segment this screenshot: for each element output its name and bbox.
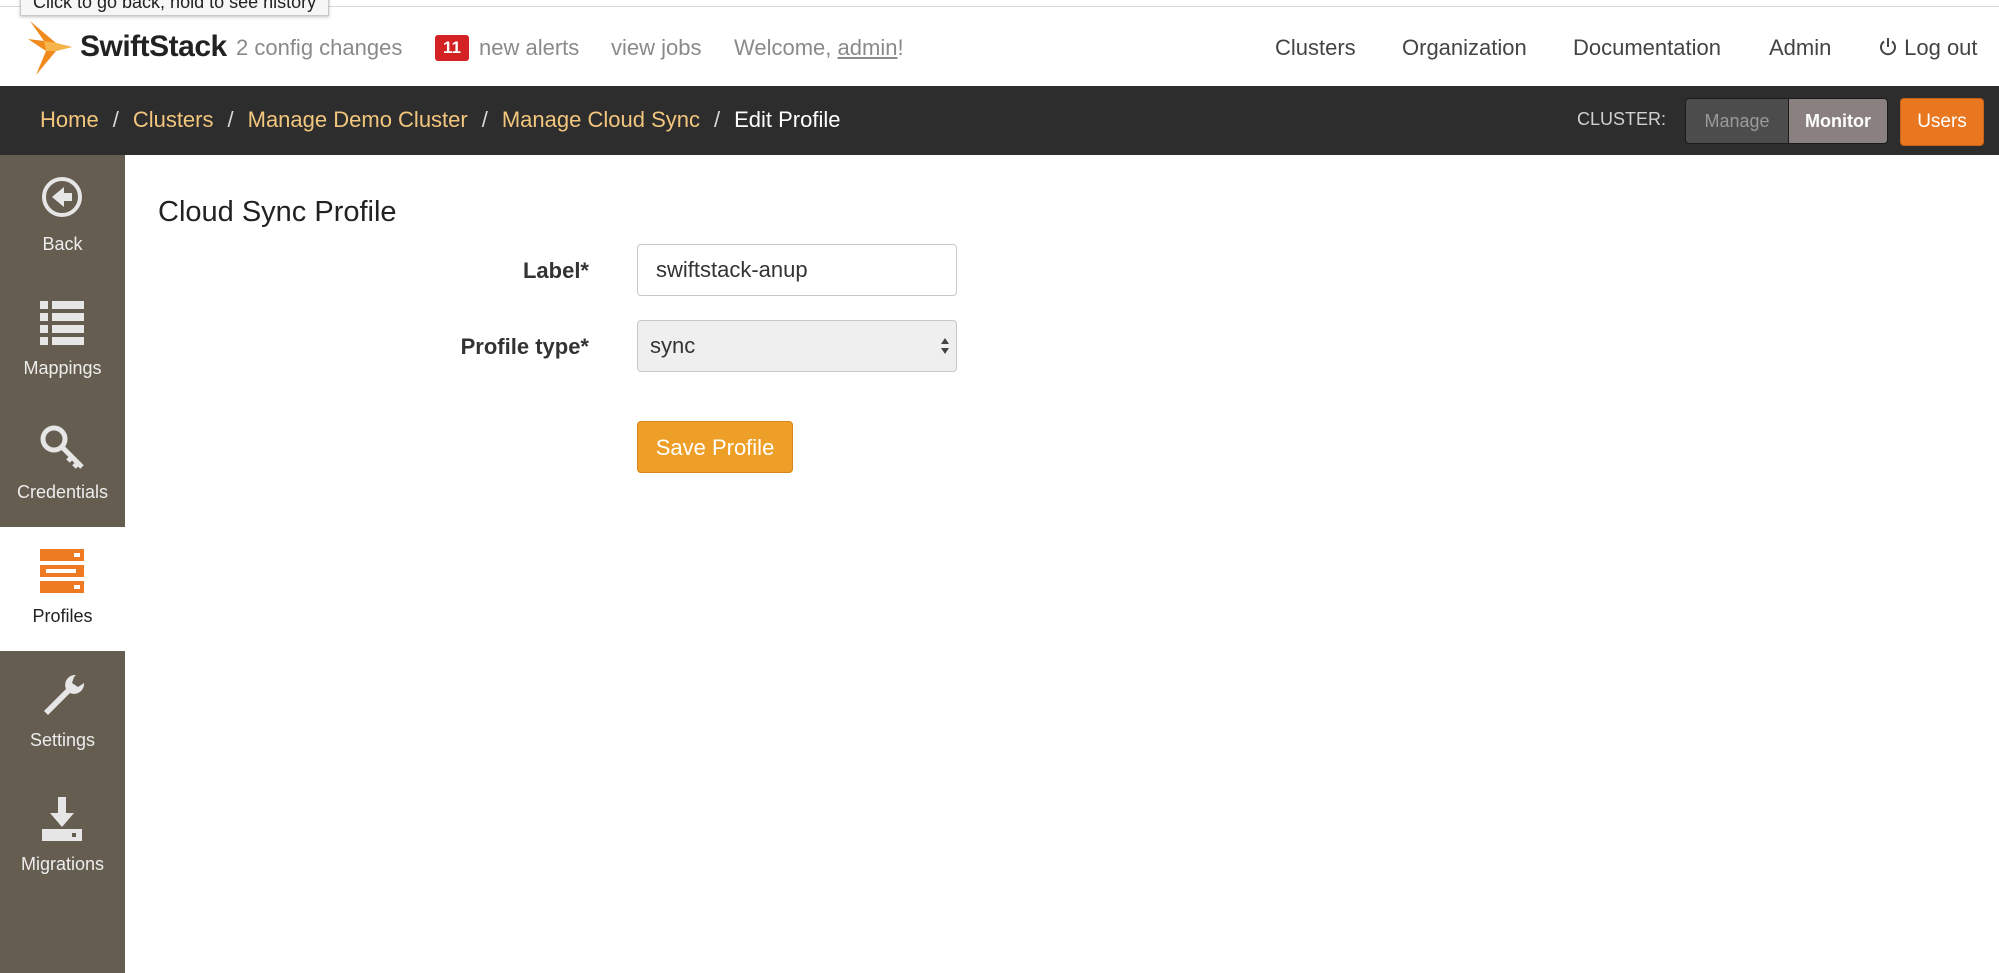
sidebar-item-credentials[interactable]: Credentials (0, 403, 125, 527)
list-icon (40, 301, 84, 345)
sidebar-item-label: Migrations (20, 854, 105, 874)
brand-logo[interactable]: SwiftStack (26, 17, 227, 77)
sidebar-item-label: Back (42, 234, 83, 254)
nav-logout[interactable]: Log out (1878, 35, 1978, 61)
alerts-count-badge[interactable]: 11 (435, 35, 469, 61)
main-content: Cloud Sync Profile Label* Profile type* … (125, 155, 1999, 973)
swiftstack-bird-icon (28, 21, 72, 75)
breadcrumb-separator: / (227, 107, 234, 132)
select-arrows-icon (941, 338, 949, 354)
config-changes-link[interactable]: 2 config changes (236, 35, 402, 61)
welcome-text: Welcome, admin! (734, 35, 904, 61)
admin-user-link[interactable]: admin (838, 35, 898, 60)
label-input[interactable] (637, 244, 957, 296)
power-icon (1880, 38, 1896, 56)
sidebar-item-migrations[interactable]: Migrations (0, 775, 125, 899)
key-icon (40, 425, 84, 469)
breadcrumb-bar: Home / Clusters / Manage Demo Cluster / Manage… (0, 86, 1999, 155)
users-button[interactable]: Users (1900, 98, 1984, 146)
breadcrumb-separator: / (112, 107, 119, 132)
server-stack-icon (40, 549, 84, 593)
monitor-toggle-button[interactable]: Monitor (1788, 98, 1888, 144)
breadcrumb-separator: / (481, 107, 488, 132)
save-profile-button[interactable]: Save Profile (637, 421, 793, 473)
sidebar-item-label: Settings (29, 730, 96, 750)
breadcrumb-current: Edit Profile (734, 107, 841, 132)
download-icon (42, 797, 82, 841)
welcome-suffix: ! (897, 35, 904, 60)
nav-admin[interactable]: Admin (1769, 35, 1831, 61)
breadcrumb-clusters[interactable]: Clusters (133, 107, 214, 132)
nav-organization[interactable]: Organization (1402, 35, 1527, 61)
page-title: Cloud Sync Profile (158, 196, 397, 228)
brand-name: SwiftStack (80, 30, 227, 63)
profile-type-label: Profile type* (460, 334, 589, 359)
profile-type-select[interactable]: sync (637, 320, 957, 372)
wrench-icon (44, 674, 85, 715)
sidebar-item-label: Profiles (32, 606, 93, 626)
breadcrumb-separator: / (713, 107, 721, 132)
profile-type-value: sync (650, 333, 696, 358)
top-nav: SwiftStack 2 config changes 11 new alert… (0, 7, 1999, 86)
breadcrumb: Home / Clusters / Manage Demo Cluster / Manage… (40, 107, 841, 133)
manage-toggle-button[interactable]: Manage (1685, 98, 1789, 144)
sidebar-item-profiles[interactable]: Profiles (0, 527, 125, 651)
breadcrumb-home[interactable]: Home (40, 107, 99, 132)
nav-clusters[interactable]: Clusters (1275, 35, 1356, 61)
logout-label: Log out (1904, 35, 1978, 60)
sidebar: Back Mappings Credentials Profiles Setti… (0, 155, 125, 973)
back-tooltip: Click to go back, hold to see history (20, 0, 330, 16)
breadcrumb-manage-cloud-sync[interactable]: Manage Cloud Sync (502, 107, 700, 132)
sidebar-item-mappings[interactable]: Mappings (0, 279, 125, 403)
sidebar-item-settings[interactable]: Settings (0, 651, 125, 775)
welcome-prefix: Welcome, (734, 35, 838, 60)
cluster-label: CLUSTER: (1577, 109, 1667, 129)
nav-documentation[interactable]: Documentation (1573, 35, 1721, 61)
view-jobs-link[interactable]: view jobs (611, 35, 701, 61)
label-field-label: Label* (522, 258, 589, 283)
breadcrumb-manage-demo-cluster[interactable]: Manage Demo Cluster (248, 107, 468, 132)
sidebar-item-label: Credentials (16, 482, 109, 502)
new-alerts-link[interactable]: new alerts (479, 35, 579, 61)
sidebar-item-label: Mappings (23, 358, 102, 378)
sidebar-item-back[interactable]: Back (0, 155, 125, 279)
back-arrow-icon (42, 177, 82, 217)
